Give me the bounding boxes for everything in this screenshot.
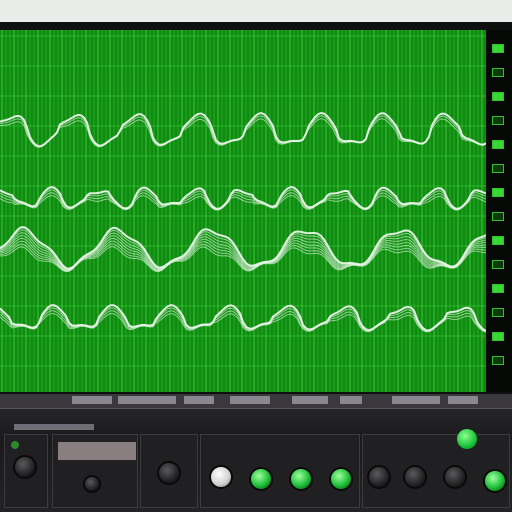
input-gain-knob[interactable]: [13, 455, 37, 479]
input-module: [4, 434, 48, 508]
channel-indicator-panel: [486, 30, 512, 392]
channel-indicator-icon: [492, 332, 504, 341]
channel-indicator-icon: [492, 236, 504, 245]
waveform-display: [0, 30, 486, 392]
channel-indicator-icon: [492, 68, 504, 77]
channel-indicator-icon: [492, 308, 504, 317]
channel-indicator-icon: [492, 92, 504, 101]
control-knob[interactable]: [403, 465, 427, 489]
control-label: [292, 396, 328, 404]
control-knob[interactable]: [483, 469, 507, 493]
settings-lcd: [57, 441, 137, 461]
control-label: [118, 396, 176, 404]
control-knob[interactable]: [289, 467, 313, 491]
control-label: [392, 396, 440, 404]
channel-indicator-icon: [492, 44, 504, 53]
select-knob[interactable]: [83, 475, 101, 493]
control-console: [0, 394, 512, 512]
channel-indicator-icon: [492, 260, 504, 269]
control-label: [230, 396, 270, 404]
control-label-strip: [0, 394, 512, 409]
control-label: [72, 396, 112, 404]
control-knob[interactable]: [249, 467, 273, 491]
waveform-canvas: [0, 30, 486, 392]
control-knob[interactable]: [209, 465, 233, 489]
control-knob[interactable]: [443, 465, 467, 489]
input-led-icon: [11, 441, 19, 449]
control-label: [184, 396, 214, 404]
trigger-knob[interactable]: [157, 461, 181, 485]
oscilloscope-window: [0, 22, 512, 512]
control-label: [448, 396, 478, 404]
channel-indicator-icon: [492, 140, 504, 149]
power-button[interactable]: [457, 429, 477, 449]
channel-indicator-icon: [492, 116, 504, 125]
channel-indicator-icon: [492, 188, 504, 197]
channel-indicator-icon: [492, 212, 504, 221]
control-knob[interactable]: [367, 465, 391, 489]
display-module: [52, 434, 138, 508]
control-label: [340, 396, 362, 404]
console-brand-plate: [14, 424, 94, 430]
channel-indicator-icon: [492, 164, 504, 173]
channel-indicator-icon: [492, 284, 504, 293]
waveform-trace-1: [0, 118, 486, 148]
channel-knob-bank: [200, 434, 360, 508]
timebase-module: [362, 429, 510, 508]
trigger-module: [140, 434, 198, 508]
channel-indicator-icon: [492, 356, 504, 365]
control-knob[interactable]: [329, 467, 353, 491]
